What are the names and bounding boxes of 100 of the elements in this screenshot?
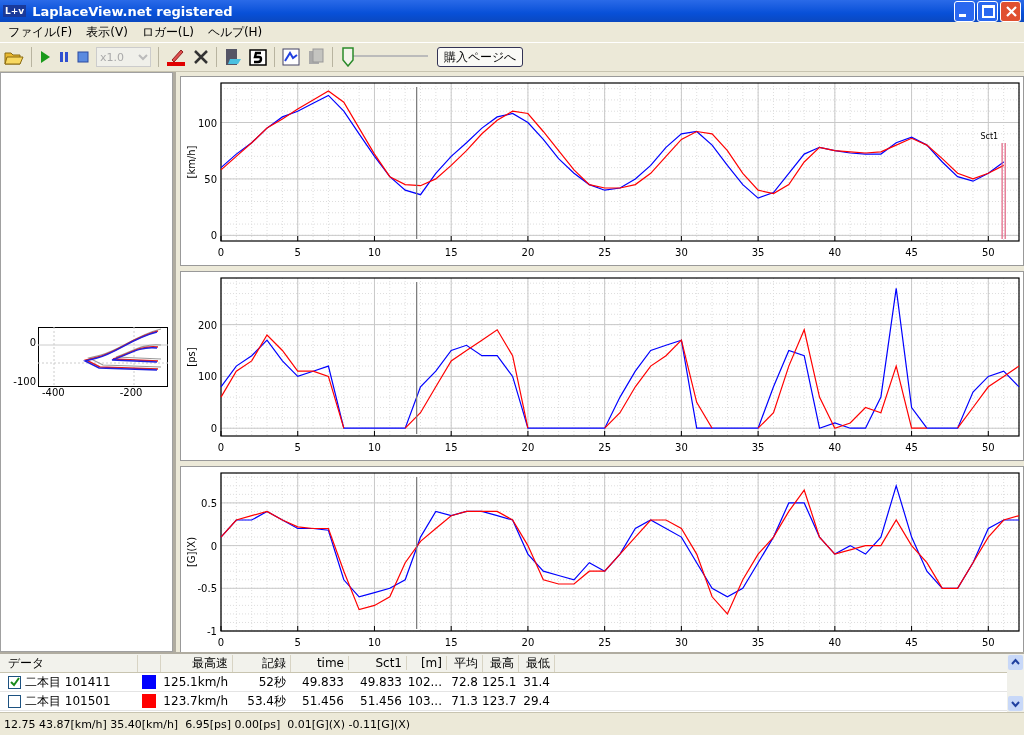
- table-cell-text: 72.8: [450, 675, 479, 689]
- axis-tick-label: 35: [751, 637, 765, 648]
- axis-tick-label: 0: [217, 247, 225, 258]
- table-cell-text: 71.3: [450, 694, 479, 708]
- axis-tick-label: 30: [675, 247, 688, 258]
- table-cell-text: 49.833: [359, 675, 403, 689]
- close-button[interactable]: [1000, 0, 1021, 22]
- maximize-button[interactable]: [977, 0, 998, 22]
- axis-tick-label: 45: [905, 247, 918, 258]
- axis-tick-label: 35: [751, 247, 765, 258]
- axis-tick-label: 25: [598, 637, 611, 648]
- column-header[interactable]: [m]: [407, 656, 447, 670]
- column-header[interactable]: データ: [0, 654, 138, 672]
- axis-tick-label: 50: [204, 173, 217, 185]
- export-icon[interactable]: [224, 48, 242, 66]
- column-header[interactable]: 最高速: [161, 654, 233, 672]
- axis-title: [ps]: [186, 347, 197, 367]
- axis-tick-label: 40: [828, 247, 842, 258]
- table-cell-text: 31.4: [522, 675, 551, 689]
- row-checkbox[interactable]: [8, 694, 21, 708]
- table-cell-text: 49.833: [301, 675, 345, 689]
- axis-tick-label: 15: [444, 442, 458, 453]
- table-cell-text: 125.1km/h: [162, 675, 229, 689]
- axis-tick-label: 10: [368, 637, 381, 648]
- column-header[interactable]: time: [291, 656, 349, 670]
- axis-tick-label: 10: [368, 247, 381, 258]
- play-icon[interactable]: [39, 50, 51, 64]
- axis-tick-label: -0.5: [197, 583, 217, 595]
- row-checkbox[interactable]: [8, 675, 21, 689]
- pause-icon[interactable]: [58, 50, 70, 64]
- sector-label: Sct1: [980, 132, 999, 141]
- axis-tick-label: 100: [197, 371, 217, 383]
- app-logo: L+v: [3, 5, 27, 17]
- axis-tick-label: 50: [981, 637, 995, 648]
- axis-tick-label: 5: [294, 442, 301, 453]
- axis-tick-label: 100: [197, 117, 217, 129]
- playback-slider[interactable]: [340, 46, 428, 68]
- table-cell-text: 29.4: [522, 694, 551, 708]
- axis-tick-label: -1: [207, 626, 217, 637]
- minimize-icon: [959, 13, 966, 17]
- table-cell: 123.7: [482, 694, 518, 708]
- table-cell-text: 123.7km/h: [162, 694, 229, 708]
- axis-tick-label: 20: [521, 442, 535, 453]
- axis-tick-label: 30: [675, 637, 688, 648]
- axis-tick-label: 10: [368, 442, 381, 453]
- axis-tick-label: 30: [675, 442, 688, 453]
- menu-item[interactable]: ヘルプ(H): [207, 23, 263, 41]
- axis-tick-label: 5: [294, 637, 301, 648]
- menu-item[interactable]: 表示(V): [86, 23, 128, 41]
- chart-icon[interactable]: [282, 48, 300, 66]
- axis-title: [km/h]: [186, 145, 197, 179]
- axis-tick-label: 200: [197, 319, 217, 331]
- column-header[interactable]: 最高: [483, 654, 519, 672]
- axis-tick-label: 0.5: [201, 497, 217, 509]
- stop-icon[interactable]: [77, 50, 89, 64]
- axis-tick-label: -200: [119, 386, 143, 398]
- check-icon: [9, 677, 20, 687]
- lap-icon[interactable]: [249, 48, 267, 66]
- axis-tick-label: 0: [217, 637, 225, 648]
- column-header[interactable]: 最低: [519, 654, 555, 672]
- column-header[interactable]: Sct1: [349, 656, 407, 670]
- axis-tick-label: 50: [981, 247, 995, 258]
- axis-tick-label: 25: [598, 442, 611, 453]
- table-cell-text: 51.456: [359, 694, 403, 708]
- axis-tick-label: 0: [210, 540, 217, 552]
- table-cell: 二本目 101411: [25, 673, 111, 691]
- axis-tick-label: 0: [210, 230, 217, 242]
- table-cell-text: 52秒: [257, 673, 287, 691]
- scrollbar[interactable]: [1007, 654, 1024, 712]
- slider-thumb[interactable]: [341, 47, 354, 67]
- axis-tick-label: -100: [13, 375, 36, 387]
- axis-tick-label: 45: [905, 442, 918, 453]
- column-header[interactable]: 平均: [447, 654, 483, 672]
- buy-page-button[interactable]: 購入ページへ: [437, 47, 523, 67]
- axis-tick-label: 0: [29, 336, 36, 348]
- menu-item[interactable]: ファイル(F): [8, 23, 73, 41]
- axis-tick-label: 40: [828, 637, 842, 648]
- copy-icon: [307, 48, 325, 66]
- minimize-button[interactable]: [954, 0, 975, 22]
- scroll-up-icon[interactable]: [1008, 655, 1023, 670]
- axis-title: [G](X): [186, 536, 197, 568]
- status-text: 12.75 43.87[km/h] 35.40[km/h] 6.95[ps] 0.00[ps] 0.01[G](X) -0.11[G](X): [4, 717, 411, 731]
- axis-tick-label: 0: [217, 442, 225, 453]
- axis-tick-label: 20: [521, 247, 535, 258]
- table-cell-text: 51.456: [301, 694, 345, 708]
- scroll-down-icon[interactable]: [1008, 696, 1023, 711]
- table-cell: 二本目 101501: [25, 692, 111, 710]
- window-title: LaplaceView.net registered: [32, 3, 234, 19]
- axis-tick-label: 45: [905, 637, 918, 648]
- menu-item[interactable]: ロガー(L): [141, 23, 194, 41]
- delete-icon[interactable]: [193, 49, 209, 65]
- axis-tick-label: -400: [42, 386, 65, 398]
- pen-icon[interactable]: [166, 47, 186, 67]
- axis-tick-label: 15: [444, 637, 458, 648]
- axis-tick-label: 5: [294, 247, 301, 258]
- axis-tick-label: 25: [598, 247, 611, 258]
- axis-tick-label: 20: [521, 637, 535, 648]
- column-header[interactable]: 記録: [233, 654, 291, 672]
- axis-tick-label: 40: [828, 442, 842, 453]
- table-cell-text: 103...: [406, 694, 443, 708]
